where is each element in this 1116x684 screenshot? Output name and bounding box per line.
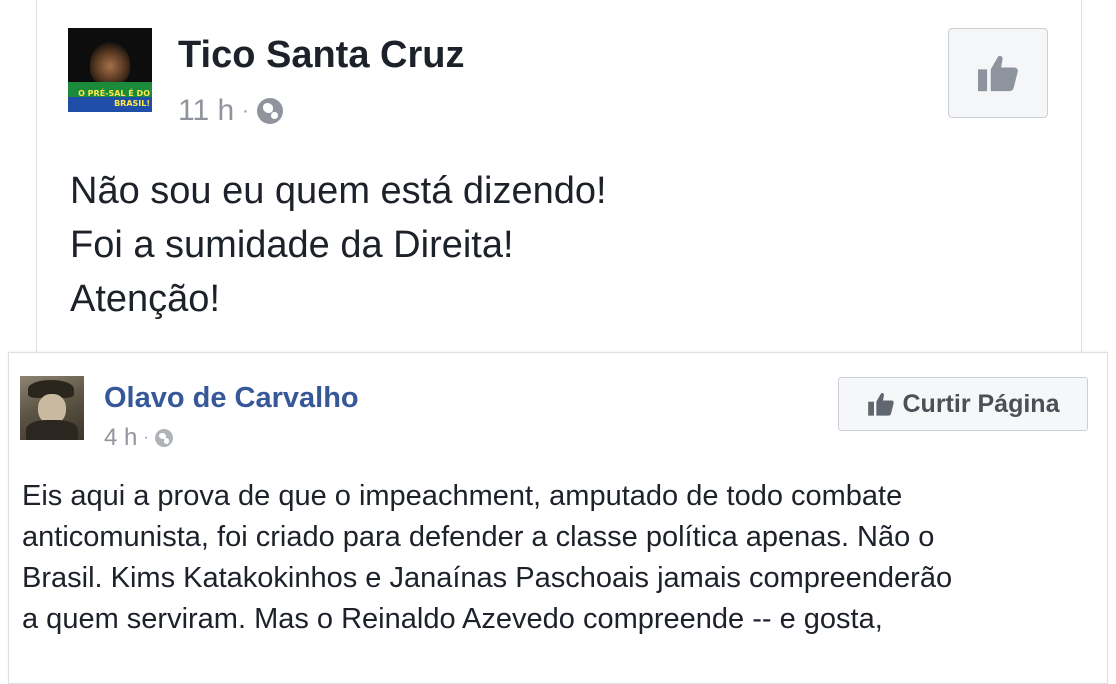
embedded-author-name[interactable]: Olavo de Carvalho xyxy=(104,382,359,415)
post-meta: 11 h · xyxy=(178,94,283,128)
post-text-line: Não sou eu quem está dizendo! xyxy=(70,170,607,212)
like-button[interactable] xyxy=(948,28,1048,118)
post-text-line: a quem serviram. Mas o Reinaldo Azevedo … xyxy=(22,603,883,635)
like-page-button[interactable]: Curtir Página xyxy=(838,377,1088,431)
avatar-banner-text: O PRÉ-SAL É DO BRASIL! xyxy=(78,89,150,108)
post-text-line: Brasil. Kims Katakokinhos e Janaínas Pas… xyxy=(22,562,953,594)
thumbs-up-icon xyxy=(867,392,894,416)
like-page-label: Curtir Página xyxy=(902,389,1060,418)
meta-separator: · xyxy=(143,429,149,446)
post-timestamp[interactable]: 11 h xyxy=(178,94,234,128)
avatar-body xyxy=(26,420,78,440)
post-text-line: anticomunista, foi criado para defender … xyxy=(22,521,935,553)
author-avatar[interactable]: O PRÉ-SAL É DO BRASIL! xyxy=(68,28,152,112)
post-body: Não sou eu quem está dizendo! Foi a sumi… xyxy=(70,164,1030,326)
post-text-line: Eis aqui a prova de que o impeachment, a… xyxy=(22,480,903,512)
globe-icon[interactable] xyxy=(256,98,283,124)
meta-separator: · xyxy=(242,99,249,122)
embedded-post-body: Eis aqui a prova de que o impeachment, a… xyxy=(22,476,1102,640)
post-text-line: Atenção! xyxy=(70,278,220,320)
globe-icon[interactable] xyxy=(154,429,173,447)
avatar-figure xyxy=(90,42,130,86)
embedded-post-timestamp[interactable]: 4 h xyxy=(104,424,137,452)
thumbs-up-icon xyxy=(978,55,1018,92)
embedded-post-meta: 4 h · xyxy=(104,424,173,452)
embedded-author-avatar[interactable] xyxy=(20,376,84,440)
post-author-name[interactable]: Tico Santa Cruz xyxy=(178,34,464,77)
post-text-line: Foi a sumidade da Direita! xyxy=(70,224,514,266)
